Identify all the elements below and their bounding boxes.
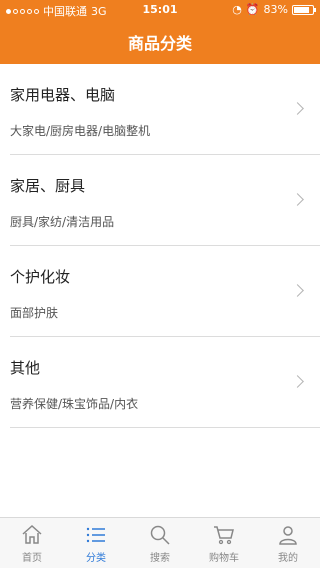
user-icon bbox=[279, 526, 297, 545]
search-icon bbox=[150, 525, 170, 545]
tab-profile[interactable]: 我的 bbox=[256, 518, 320, 568]
list-icon bbox=[86, 527, 105, 543]
cart-icon bbox=[214, 526, 234, 545]
nav-bar: 商品分类 bbox=[0, 20, 320, 64]
tab-home[interactable]: 首页 bbox=[0, 518, 64, 568]
category-subtitle: 厨具/家纺/清洁用品 bbox=[10, 215, 115, 229]
tab-label: 购物车 bbox=[209, 553, 239, 564]
tab-label: 搜索 bbox=[150, 553, 170, 564]
chevron-right-icon bbox=[291, 375, 304, 388]
tab-label: 我的 bbox=[278, 553, 298, 564]
tab-label: 分类 bbox=[86, 553, 106, 564]
status-right: ◔ ⏰ 83% bbox=[232, 3, 316, 16]
category-subtitle: 营养保健/珠宝饰品/内衣 bbox=[10, 397, 139, 411]
status-bar: 中国联通 3G 15:01 ◔ ⏰ 83% bbox=[0, 0, 320, 20]
lock-rotation-icon: ◔ bbox=[232, 3, 242, 16]
battery-percent: 83% bbox=[263, 3, 288, 16]
alarm-icon: ⏰ bbox=[245, 3, 260, 16]
category-title: 其他 bbox=[10, 359, 41, 377]
chevron-right-icon bbox=[291, 193, 304, 206]
tab-cart[interactable]: 购物车 bbox=[192, 518, 256, 568]
chevron-right-icon bbox=[291, 102, 304, 115]
category-subtitle: 面部护肤 bbox=[10, 306, 59, 320]
category-item-home-kitchen[interactable]: 家居、厨具 厨具/家纺/清洁用品 bbox=[10, 155, 320, 246]
tab-category[interactable]: 分类 bbox=[64, 518, 128, 568]
category-item-appliances[interactable]: 家用电器、电脑 大家电/厨房电器/电脑整机 bbox=[10, 64, 320, 155]
page-title: 商品分类 bbox=[127, 34, 192, 53]
category-item-other[interactable]: 其他 营养保健/珠宝饰品/内衣 bbox=[10, 337, 320, 428]
category-subtitle: 大家电/厨房电器/电脑整机 bbox=[10, 124, 151, 138]
category-title: 家用电器、电脑 bbox=[10, 86, 116, 104]
battery-icon bbox=[292, 4, 316, 15]
category-list: 家用电器、电脑 大家电/厨房电器/电脑整机 家居、厨具 厨具/家纺/清洁用品 个… bbox=[0, 64, 320, 428]
category-title: 个护化妆 bbox=[10, 268, 71, 286]
tab-label: 首页 bbox=[22, 553, 42, 564]
tab-bar: 首页 分类 搜索 购物车 我的 bbox=[0, 517, 320, 568]
tab-search[interactable]: 搜索 bbox=[128, 518, 192, 568]
category-item-personal-care[interactable]: 个护化妆 面部护肤 bbox=[10, 246, 320, 337]
category-title: 家居、厨具 bbox=[10, 177, 86, 195]
chevron-right-icon bbox=[291, 284, 304, 297]
home-icon bbox=[22, 524, 42, 544]
